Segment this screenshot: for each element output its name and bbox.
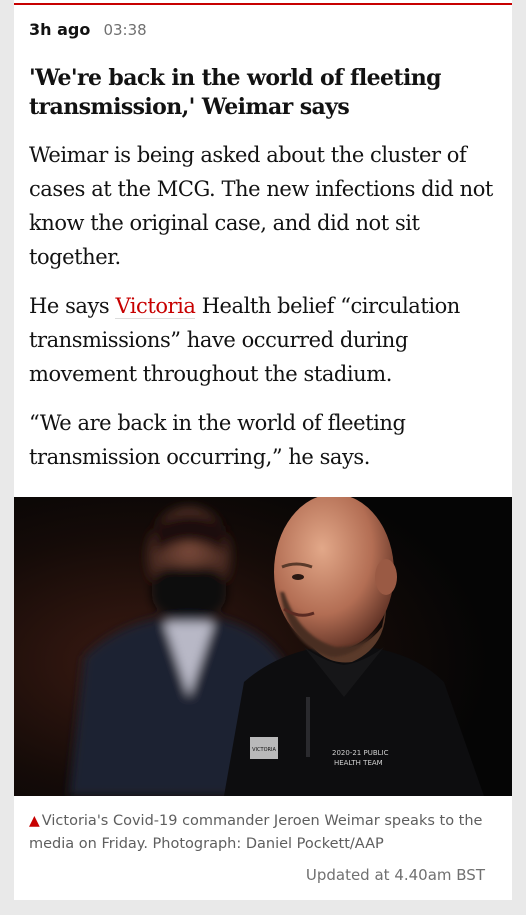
- news-photo[interactable]: VICTORIA 2020-21 PUBLIC HEALTH TEAM: [14, 497, 512, 796]
- paragraph-2: He says Victoria Health belief “circulat…: [29, 289, 499, 391]
- photo-illustration: VICTORIA 2020-21 PUBLIC HEALTH TEAM: [14, 497, 512, 796]
- entry-top-rule: [14, 3, 512, 5]
- jacket-text-line2: HEALTH TEAM: [334, 759, 383, 767]
- photo-caption: ▲ Victoria's Covid-19 commander Jeroen We…: [29, 810, 499, 856]
- jacket-text-line1: 2020-21 PUBLIC: [332, 749, 389, 757]
- live-blog-entry: 3h ago 03:38 'We're back in the world of…: [14, 0, 512, 900]
- paragraph-1: Weimar is being asked about the cluster …: [29, 143, 493, 269]
- updated-time: Updated at 4.40am BST: [305, 866, 485, 884]
- relative-time: 3h ago: [29, 20, 91, 39]
- caption-text: Victoria's Covid-19 commander Jeroen Wei…: [29, 813, 483, 852]
- paragraph-2-start: He says: [29, 294, 116, 318]
- jacket-logo: VICTORIA: [252, 747, 276, 753]
- entry-meta: 3h ago 03:38: [29, 20, 147, 39]
- paragraph-3: “We are back in the world of fleeting tr…: [29, 411, 406, 469]
- red-triangle-icon: ▲: [29, 813, 40, 829]
- victoria-link[interactable]: Victoria: [115, 294, 196, 319]
- timestamp[interactable]: 03:38: [103, 21, 146, 39]
- entry-headline: 'We're back in the world of fleeting tra…: [29, 65, 442, 120]
